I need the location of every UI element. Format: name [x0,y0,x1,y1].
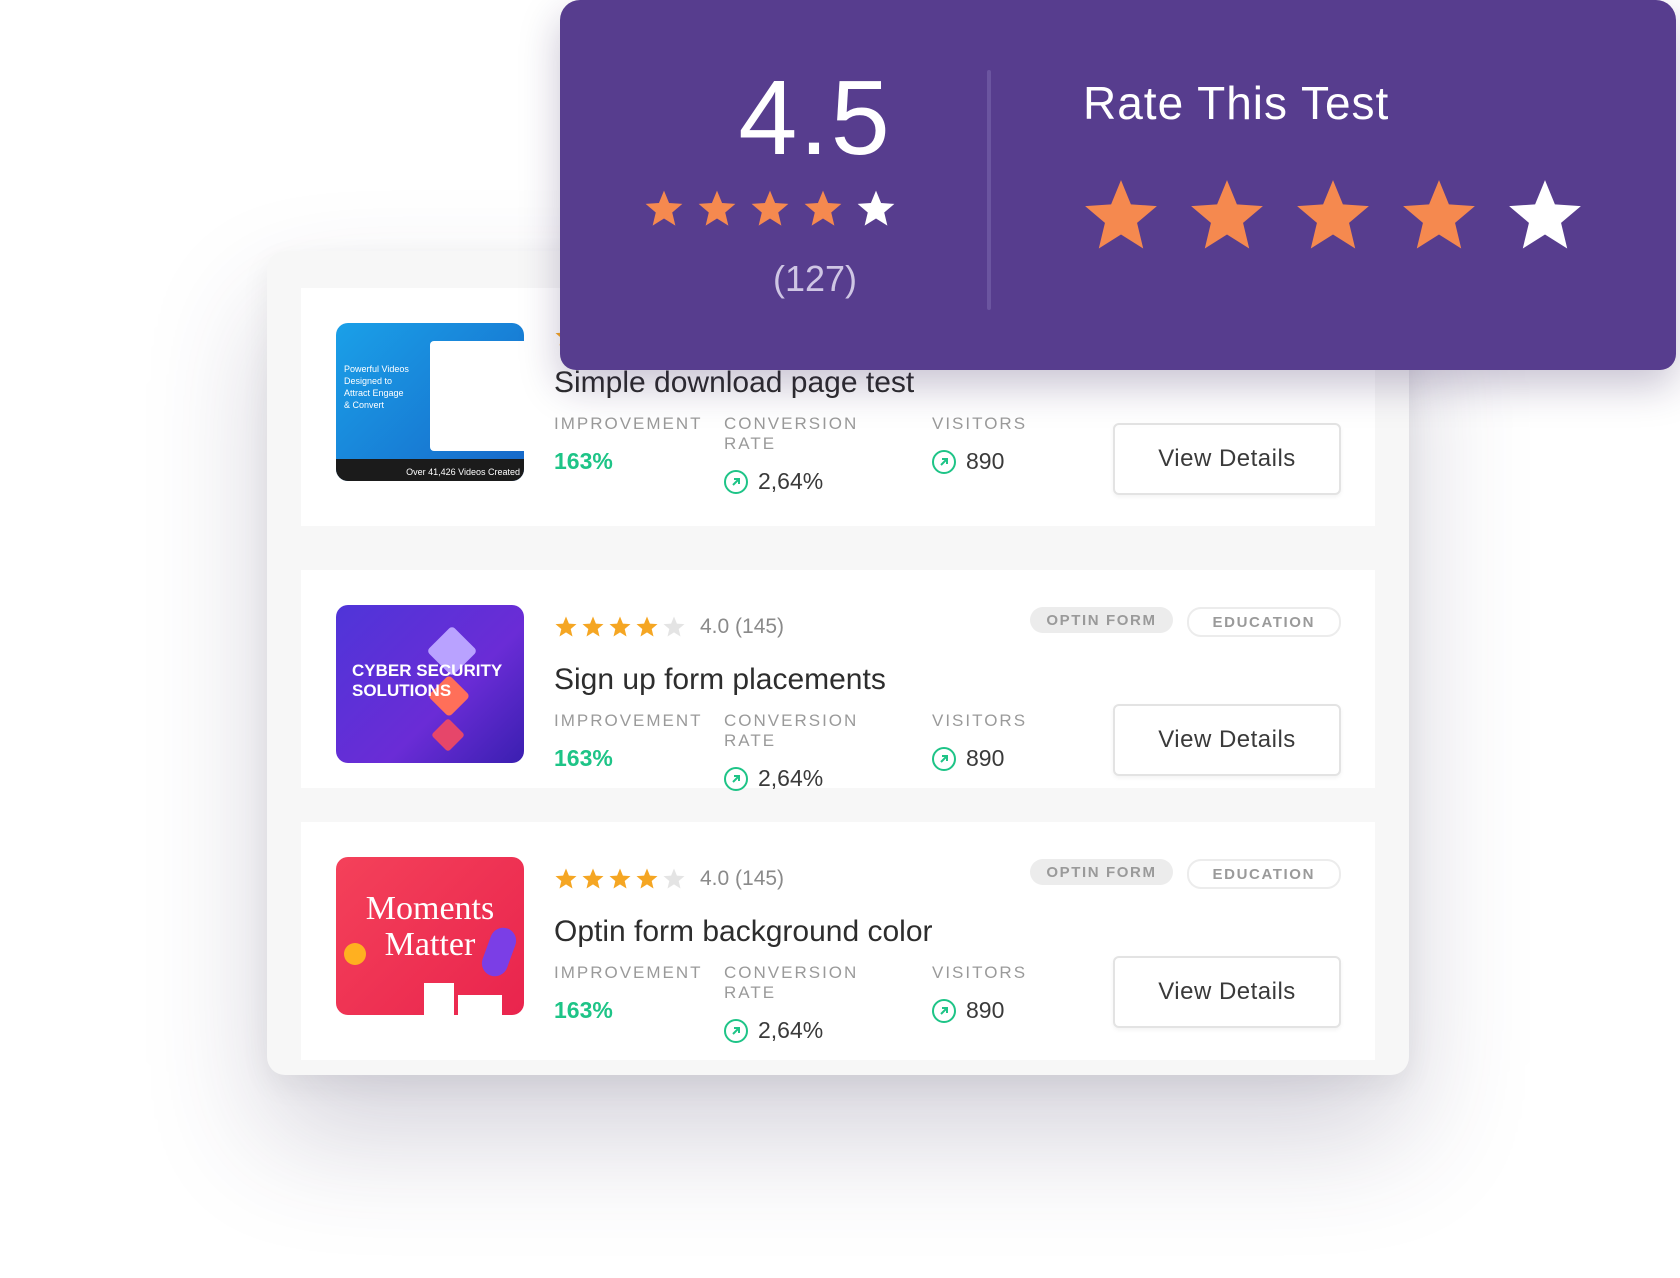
star-filled-icon [582,616,604,637]
thumbnail-text: Over 41,426 Videos Created [406,467,520,477]
thumbnail-cube [431,718,465,752]
improvement-value: 163% [554,997,613,1023]
view-details-button[interactable]: View Details [1113,704,1341,776]
tag-optin-form[interactable]: OPTIN FORM [1030,859,1173,885]
arrow-up-right-icon [932,998,956,1023]
rating-text: 4.0 (145) [700,867,785,890]
conversion-value: 2,64% [758,765,824,791]
visitors-label: VISITORS [932,414,1028,433]
divider [987,70,991,310]
view-details-button[interactable]: View Details [1113,956,1341,1028]
thumbnail-text: Moments [365,890,495,927]
conversion-label: CONVERSION RATE [724,414,859,453]
arrow-up-right-icon [932,449,956,474]
thumbnail-text: Attract Engage [344,388,404,398]
arrow-up-right-icon [932,746,956,771]
rating-popup: 4.5 (127) Rate This Test [560,0,1676,370]
test-card: CYBER SECURITY SOLUTIONS 4.0 (145) Sign … [301,570,1375,791]
star-empty-icon[interactable] [1504,175,1586,257]
improvement-label: IMPROVEMENT [554,414,703,433]
rating-stars [554,615,686,639]
improvement-value: 163% [554,745,613,771]
thumbnail-text: Matter [384,926,476,963]
star-filled-icon[interactable] [1292,175,1374,257]
visitors-value: 890 [966,997,1005,1023]
tag-education[interactable]: EDUCATION [1186,859,1341,889]
rating-text: 4.0 (145) [700,615,785,638]
star-empty-icon [857,190,895,226]
star-filled-icon[interactable] [1398,175,1480,257]
test-thumbnail[interactable]: Moments Matter [336,857,524,1015]
star-filled-icon [636,616,658,637]
star-filled-icon [636,868,658,889]
visitors-label: VISITORS [932,711,1028,730]
improvement-label: IMPROVEMENT [554,963,703,982]
star-filled-icon [698,190,736,226]
star-empty-icon [663,868,685,889]
thumbnail-text: Powerful Videos [344,364,409,374]
star-filled-icon [555,616,577,637]
average-score: 4.5 [738,59,892,177]
visitors-value: 890 [966,745,1005,771]
star-filled-icon [609,868,631,889]
visitors-value: 890 [966,448,1005,474]
tag-education[interactable]: EDUCATION [1186,607,1341,637]
test-thumbnail[interactable]: Powerful Videos Designed to Attract Enga… [336,323,524,481]
thumbnail-text: & Convert [344,400,385,410]
improvement-label: IMPROVEMENT [554,711,703,730]
star-filled-icon[interactable] [1186,175,1268,257]
test-title: Simple download page test [554,366,915,399]
thumbnail-text: SOLUTIONS [352,681,452,700]
star-filled-icon [582,868,604,889]
star-filled-icon [804,190,842,226]
arrow-up-right-icon [724,469,748,494]
visitors-label: VISITORS [932,963,1028,982]
rate-stars-input[interactable] [1080,175,1586,257]
rating-row: 4.0 (145) [554,865,1059,893]
conversion-value: 2,64% [758,468,824,494]
thumbnail-text: Designed to [344,376,393,386]
conversion-label: CONVERSION RATE [724,711,859,750]
star-filled-icon [751,190,789,226]
rating-stars [554,867,686,891]
test-card: Moments Matter 4.0 (145) Optin form back… [301,822,1375,1060]
star-filled-icon [555,868,577,889]
star-empty-icon [663,616,685,637]
tag-optin-form[interactable]: OPTIN FORM [1030,607,1173,633]
thumbnail-window [430,341,524,451]
rating-row: 4.0 (145) [554,613,1059,641]
improvement-value: 163% [554,448,613,474]
arrow-up-right-icon [724,1018,748,1043]
test-title: Sign up form placements [554,663,886,696]
view-details-button[interactable]: View Details [1113,423,1341,495]
conversion-label: CONVERSION RATE [724,963,859,1002]
thumbnail-card [424,983,454,1015]
thumbnail-text: CYBER SECURITY [352,661,503,680]
test-title: Optin form background color [554,915,933,948]
star-filled-icon [645,190,683,226]
star-filled-icon[interactable] [1080,175,1162,257]
arrow-up-right-icon [724,766,748,791]
rating-count: (127) [772,258,858,299]
conversion-value: 2,64% [758,1017,824,1043]
test-thumbnail[interactable]: CYBER SECURITY SOLUTIONS [336,605,524,763]
rate-this-test-title: Rate This Test [1083,77,1390,129]
star-filled-icon [609,616,631,637]
thumbnail-card [458,995,502,1015]
average-stars [643,188,897,230]
